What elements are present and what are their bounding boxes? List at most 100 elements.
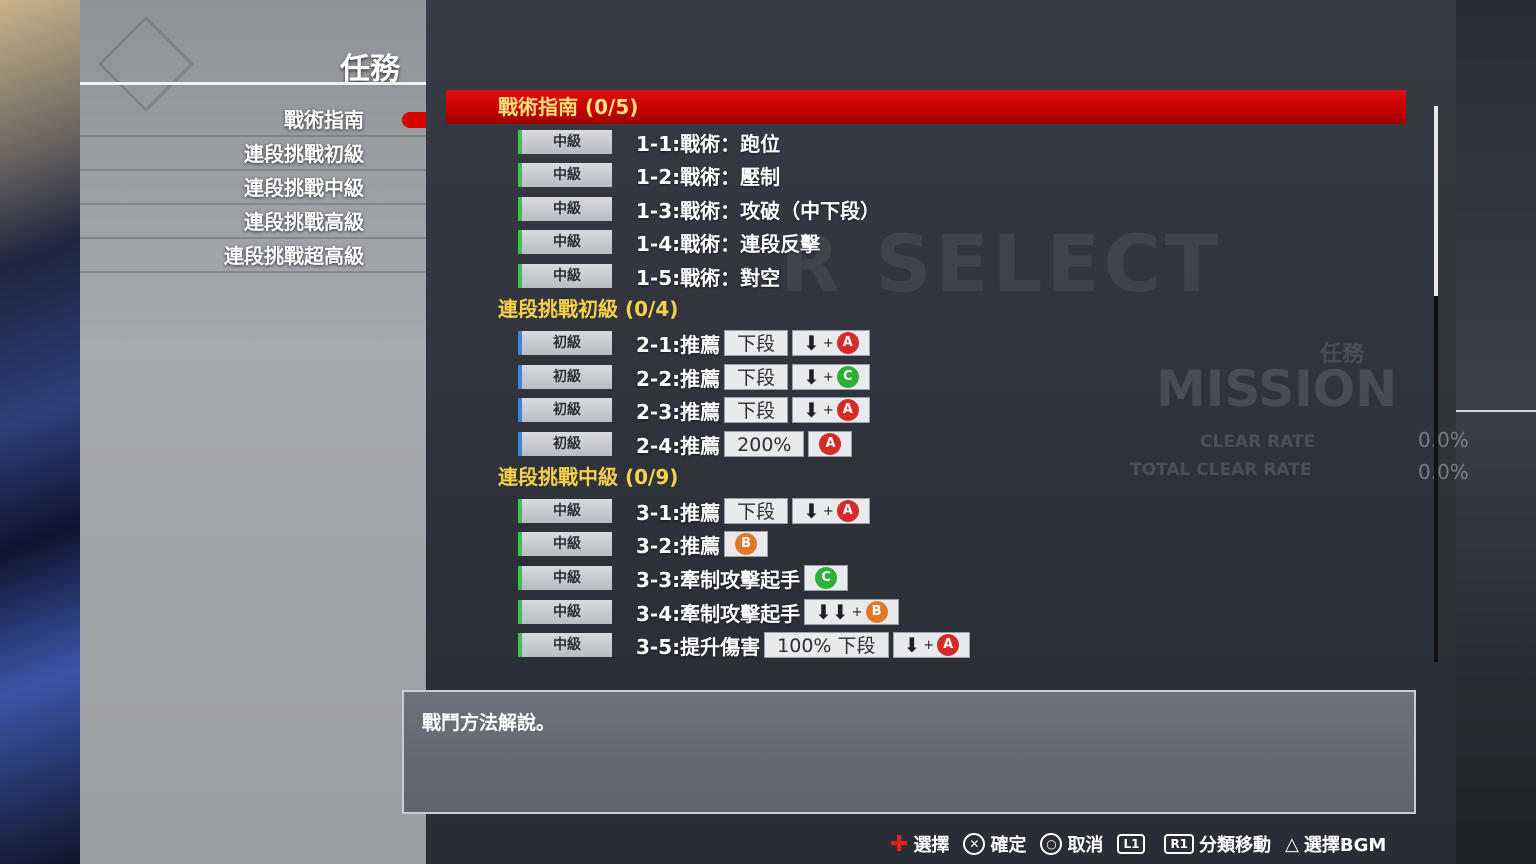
mission-row[interactable]: 中級 1-3:戰術：攻破（中下段） <box>518 195 880 223</box>
c-button-icon: C <box>836 366 859 388</box>
mission-row[interactable]: 中級 1-5:戰術：對空 <box>518 262 780 290</box>
menu-item-combo-intermediate[interactable]: 連段挑戰中級 <box>80 172 426 205</box>
command-input: ⬇ + A <box>792 397 870 423</box>
level-badge: 初級 <box>518 432 612 456</box>
mission-row[interactable]: 中級 3-2:推薦 B <box>518 530 769 558</box>
condition-chip: 100% 下段 <box>764 632 889 658</box>
mission-row[interactable]: 初級 2-1:推薦 下段 ⬇ + A <box>518 329 870 357</box>
down-arrow-icon: ⬇ <box>803 365 820 389</box>
condition-chip: 下段 <box>724 397 789 423</box>
mission-label: 1-2:戰術：壓制 <box>636 164 781 189</box>
level-badge: 中級 <box>518 499 612 523</box>
condition-chip: 下段 <box>724 498 789 524</box>
mission-row[interactable]: 中級 3-4:牽制攻擊起手 ⬇⬇ + B <box>518 598 899 626</box>
mission-label: 2-1:推薦 <box>636 332 721 357</box>
mission-label: 1-5:戰術：對空 <box>636 265 781 290</box>
command-input: C <box>804 565 849 591</box>
level-badge: 中級 <box>518 230 612 254</box>
plus-icon: + <box>851 604 863 620</box>
mission-row[interactable]: 中級 3-1:推薦 下段 ⬇ + A <box>518 497 870 525</box>
menu-item-combo-beginner[interactable]: 連段挑戰初級 <box>80 138 426 171</box>
a-button-icon: A <box>819 433 842 455</box>
plus-icon: + <box>822 402 834 418</box>
mission-label: 2-2:推薦 <box>636 366 721 391</box>
description-text: 戰鬥方法解說。 <box>422 712 556 734</box>
mission-label: 1-1:戰術：跑位 <box>636 131 781 156</box>
plus-icon: + <box>822 369 834 385</box>
control-select[interactable]: ✚ 選擇 <box>890 831 949 857</box>
command-input: B <box>724 531 769 557</box>
control-bgm-label: 選擇BGM <box>1303 835 1387 856</box>
a-button-icon: A <box>937 634 960 656</box>
level-badge: 初級 <box>518 398 612 422</box>
category-header-tactics[interactable]: 戰術指南 (0/5) <box>446 90 1406 124</box>
menu-item-combo-expert[interactable]: 連段挑戰超高級 <box>80 240 426 273</box>
control-category-move[interactable]: R1 分類移動 <box>1164 831 1271 857</box>
mission-label: 3-2:推薦 <box>636 533 721 558</box>
plus-icon: + <box>822 335 834 351</box>
level-badge: 中級 <box>518 566 612 590</box>
level-badge: 中級 <box>518 197 612 221</box>
down-arrow-icon: ⬇ <box>803 398 820 422</box>
down-arrow-icon: ⬇ <box>803 331 820 355</box>
control-cancel-label: 取消 <box>1067 835 1104 856</box>
control-category-label: 分類移動 <box>1199 835 1272 856</box>
mission-row[interactable]: 中級 3-5:提升傷害 100% 下段 ⬇ + A <box>518 631 971 659</box>
menu-title-divider <box>80 82 436 85</box>
control-l1[interactable]: L1 <box>1117 834 1150 854</box>
command-input: A <box>808 431 853 457</box>
level-badge: 中級 <box>518 264 612 288</box>
control-confirm-label: 確定 <box>990 835 1027 856</box>
watermark-mission-jp: 任務 <box>1320 342 1365 367</box>
down-arrow-icon: ⬇ <box>803 499 820 523</box>
mission-row[interactable]: 中級 1-4:戰術：連段反擊 <box>518 228 820 256</box>
level-badge: 中級 <box>518 600 612 624</box>
control-cancel[interactable]: ○ 取消 <box>1040 831 1103 857</box>
triangle-button-icon: △ <box>1285 833 1299 855</box>
command-input: ⬇⬇ + B <box>804 599 899 625</box>
r1-button-icon: R1 <box>1164 834 1195 854</box>
mission-label: 3-3:牽制攻擊起手 <box>636 567 801 592</box>
menu-item-combo-advanced[interactable]: 連段挑戰高級 <box>80 206 426 239</box>
clear-rate-value: 0.0% <box>1418 428 1469 452</box>
a-button-icon: A <box>836 500 859 522</box>
mission-row[interactable]: 初級 2-4:推薦 200% A <box>518 430 853 458</box>
plus-icon: + <box>822 503 834 519</box>
cross-button-icon: ✕ <box>963 833 986 855</box>
control-confirm[interactable]: ✕ 確定 <box>963 831 1026 857</box>
control-select-label: 選擇 <box>913 835 950 856</box>
mission-label: 1-4:戰術：連段反擊 <box>636 231 821 256</box>
control-bgm[interactable]: △ 選擇BGM <box>1285 831 1386 857</box>
condition-chip: 下段 <box>724 330 789 356</box>
level-badge: 中級 <box>518 633 612 657</box>
mission-row[interactable]: 中級 1-1:戰術：跑位 <box>518 128 780 156</box>
b-button-icon: B <box>735 533 758 555</box>
mission-row[interactable]: 初級 2-2:推薦 下段 ⬇ + C <box>518 363 870 391</box>
total-clear-rate-value: 0.0% <box>1418 460 1469 484</box>
a-button-icon: A <box>836 399 859 421</box>
level-badge: 中級 <box>518 532 612 556</box>
plus-icon: + <box>923 637 935 653</box>
scrollbar-thumb[interactable] <box>1434 106 1438 296</box>
level-badge: 中級 <box>518 163 612 187</box>
category-header-intermediate[interactable]: 連段挑戰中級 (0/9) <box>446 460 1406 494</box>
mission-label: 3-1:推薦 <box>636 500 721 525</box>
mission-row[interactable]: 中級 1-2:戰術：壓制 <box>518 161 780 189</box>
down-down-arrow-icon: ⬇⬇ <box>815 600 849 624</box>
clear-rate-label: CLEAR RATE <box>1200 432 1316 452</box>
mission-label: 2-3:推薦 <box>636 399 721 424</box>
menu-item-tactics-guide[interactable]: 戰術指南 <box>80 104 426 137</box>
a-button-icon: A <box>836 332 859 354</box>
category-header-beginner[interactable]: 連段挑戰初級 (0/4) <box>446 292 1406 326</box>
mission-row[interactable]: 初級 2-3:推薦 下段 ⬇ + A <box>518 396 870 424</box>
condition-chip: 200% <box>724 431 805 457</box>
command-input: ⬇ + C <box>792 364 870 390</box>
mission-label: 3-5:提升傷害 <box>636 634 761 659</box>
level-badge: 初級 <box>518 365 612 389</box>
down-arrow-icon: ⬇ <box>903 633 921 657</box>
condition-chip: 下段 <box>724 364 789 390</box>
mission-label: 2-4:推薦 <box>636 433 721 458</box>
mission-row[interactable]: 中級 3-3:牽制攻擊起手 C <box>518 564 849 592</box>
list-scrollbar[interactable] <box>1434 106 1438 662</box>
l1-button-icon: L1 <box>1117 834 1146 854</box>
